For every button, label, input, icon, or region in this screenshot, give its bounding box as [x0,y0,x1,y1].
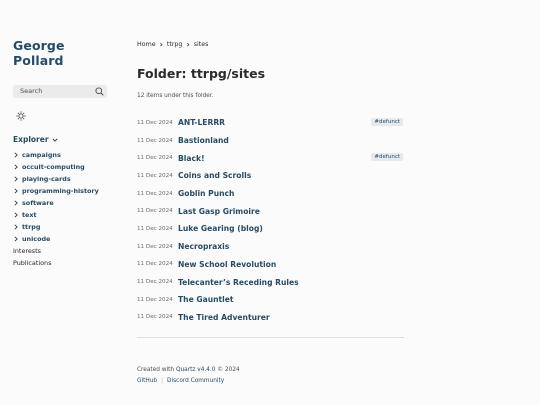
item-link[interactable]: Telecanter’s Receding Rules [178,278,299,287]
main-content: Home › ttrpg › sites Folder: ttrpg/sites… [137,38,404,384]
folder-ttrpg[interactable]: ttrpg [13,221,113,233]
explorer-toggle[interactable]: Explorer [13,135,113,144]
page-interests[interactable]: Interests [13,245,113,257]
folder-label: unicode [22,235,51,243]
list-item: 11 Dec 2024 ANT-LERRR #defunct [137,114,404,132]
footer-quartz-link[interactable]: Quartz v4.4.0 [176,367,216,373]
list-item: 11 Dec 2024 New School Revolution [137,256,404,274]
chevron-right-icon [14,164,18,170]
item-date: 11 Dec 2024 [137,296,173,303]
list-item: 11 Dec 2024 Luke Gearing (blog) [137,220,404,238]
item-link[interactable]: New School Revolution [178,260,276,269]
folder-label: campaigns [22,151,61,159]
breadcrumb-separator-icon: › [186,39,190,49]
chevron-right-icon [14,200,18,206]
breadcrumb-separator-icon: › [159,39,163,49]
page-title: Folder: ttrpg/sites [137,66,266,81]
item-count: 12 items under this folder. [137,93,214,99]
item-date: 11 Dec 2024 [137,208,173,215]
footer-credit: Created with Quartz v4.4.0 © 2024 [137,367,404,373]
item-date: 11 Dec 2024 [137,243,173,250]
list-item: 11 Dec 2024 Goblin Punch [137,185,404,203]
footer-year: © 2024 [217,367,240,374]
list-item: 11 Dec 2024 Black! #defunct [137,149,404,167]
site-title[interactable]: George Pollard [13,38,113,68]
explorer-tree: campaigns occult-computing playing-cards… [13,149,113,269]
chevron-right-icon [14,188,18,194]
list-item: 11 Dec 2024 Bastionland [137,132,404,150]
folder-label: occult-computing [22,163,85,171]
item-link[interactable]: ANT-LERRR [178,118,225,127]
folder-listing: 11 Dec 2024 ANT-LERRR #defunct 11 Dec 2024… [137,114,404,326]
sidebar: George Pollard Search Explorer campaigns… [13,38,113,269]
item-date: 11 Dec 2024 [137,279,173,286]
search-label: Search [20,87,43,95]
folder-playing-cards[interactable]: playing-cards [13,173,113,185]
folder-label: text [22,211,37,219]
footer-links: GitHub | Discord Community [137,378,404,384]
list-item: 11 Dec 2024 Last Gasp Grimoire [137,202,404,220]
search-icon [95,87,104,96]
item-link[interactable]: Necropraxis [178,242,229,251]
footer-link-github[interactable]: GitHub [137,378,157,384]
item-link[interactable]: Bastionland [178,136,229,145]
footer-link-discord[interactable]: Discord Community [167,378,224,384]
item-date: 11 Dec 2024 [137,225,173,232]
breadcrumb-home[interactable]: Home [137,41,156,48]
folder-label: playing-cards [22,175,71,183]
list-item: 11 Dec 2024 The Gauntlet [137,291,404,309]
item-date: 11 Dec 2024 [137,119,173,126]
item-date: 11 Dec 2024 [137,137,173,144]
list-item: 11 Dec 2024 The Tired Adventurer [137,309,404,327]
folder-label: ttrpg [22,223,41,231]
footer-created-prefix: Created with [137,367,175,374]
chevron-down-icon [52,138,58,142]
item-date: 11 Dec 2024 [137,261,173,268]
item-date: 11 Dec 2024 [137,155,173,162]
item-link[interactable]: The Tired Adventurer [178,313,270,322]
breadcrumb-sites: sites [193,40,209,48]
footer-divider [137,337,404,339]
item-date: 11 Dec 2024 [137,172,173,179]
list-item: 11 Dec 2024 Coins and Scrolls [137,167,404,185]
chevron-right-icon [14,236,18,242]
item-date: 11 Dec 2024 [137,314,173,321]
tag-defunct[interactable]: #defunct [371,153,403,162]
folder-programming-history[interactable]: programming-history [13,185,113,197]
folder-label: software [22,199,54,207]
item-link[interactable]: The Gauntlet [178,295,234,304]
chevron-right-icon [14,152,18,158]
breadcrumb-ttrpg[interactable]: ttrpg [167,41,183,48]
item-link[interactable]: Goblin Punch [178,189,234,198]
folder-text[interactable]: text [13,209,113,221]
item-link[interactable]: Luke Gearing (blog) [178,224,263,233]
item-date: 11 Dec 2024 [137,190,173,197]
list-item: 11 Dec 2024 Telecanter’s Receding Rules [137,273,404,291]
chevron-right-icon [14,224,18,230]
footer-separator: | [161,378,164,385]
breadcrumb: Home › ttrpg › sites [137,38,404,50]
sun-icon[interactable] [16,111,26,121]
list-item: 11 Dec 2024 Necropraxis [137,238,404,256]
item-link[interactable]: Coins and Scrolls [178,171,251,180]
folder-label: programming-history [22,187,99,195]
folder-software[interactable]: software [13,197,113,209]
tag-defunct[interactable]: #defunct [371,118,403,126]
folder-occult-computing[interactable]: occult-computing [13,161,113,173]
folder-unicode[interactable]: unicode [13,233,113,245]
item-link[interactable]: Black! [178,154,205,163]
chevron-right-icon [14,176,18,182]
search-button[interactable]: Search [13,85,107,98]
page-publications[interactable]: Publications [13,257,113,269]
item-link[interactable]: Last Gasp Grimoire [178,207,260,216]
explorer-heading: Explorer [13,135,49,144]
folder-campaigns[interactable]: campaigns [13,149,113,161]
chevron-right-icon [14,212,18,218]
